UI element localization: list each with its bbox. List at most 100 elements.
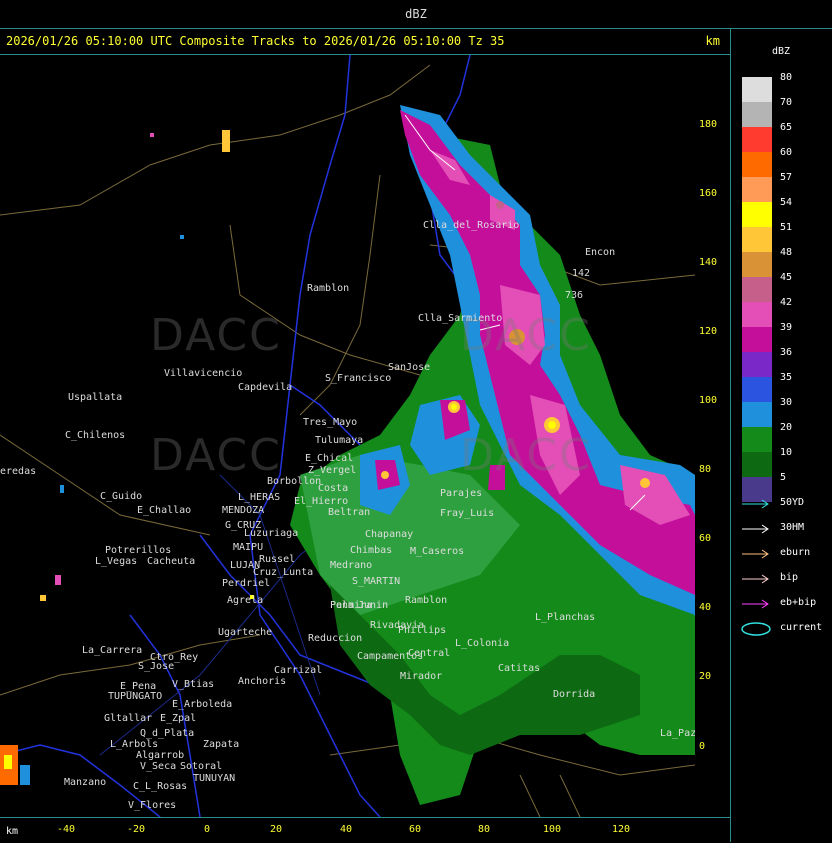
place-label: Uspallata [68,392,123,403]
place-label: Chimbas [350,545,393,556]
place-label: Chapanay [365,529,414,540]
place-label: C_L_Rosas [133,781,188,792]
place-label: Junin [358,600,389,611]
legend-level-label: 39 [780,322,793,333]
legend-level-label: 36 [780,347,793,358]
place-label: Zapata [203,739,240,750]
place-label: Phillips [398,625,447,636]
place-label: Clla_del_Rosario [423,220,520,231]
place-label: Mirador [400,671,443,682]
place-label: La_Paz [660,728,695,739]
place-label: V_Seca [140,761,177,772]
legend-level-label: 5 [780,472,787,483]
legend-level-label: 70 [780,97,793,108]
place-label: Tulumaya [315,435,364,446]
legend-level-label: 80 [780,72,793,83]
place-label: S_Francisco [325,373,392,384]
y-tick: 180 [699,119,718,130]
radar-map[interactable]: DACC DACC DACC DACC Clla_del_Rosario Enc… [0,55,695,817]
x-tick: 100 [543,824,562,835]
place-label: Sotoral [180,761,223,772]
legend-swatch [742,152,772,177]
place-label: TUPUNGATO [108,691,163,702]
header-unit: km [705,34,720,48]
place-label: SanJose [388,362,431,373]
panel-divider [730,28,731,842]
legend-swatch [742,302,772,327]
y-tick: 120 [699,326,718,337]
y-tick: 40 [699,602,712,613]
x-tick: -40 [57,824,76,835]
x-axis: km -40 -20 0 20 40 60 80 100 120 [0,817,730,843]
legend-swatch [742,127,772,152]
place-label: Clla_Sarmiento [418,313,503,324]
y-tick: 160 [699,188,718,199]
place-label: eredas [0,466,37,477]
place-label: L_Planchas [535,612,596,623]
place-label: Central [408,648,451,659]
place-label: Parajes [440,488,483,499]
legend-level-label: 65 [780,122,793,133]
place-label: C_Chilenos [65,430,126,441]
place-label: L_HERAS [238,492,281,503]
track-legend-label: 30HM [780,522,805,533]
place-label: Gltallar [104,713,153,724]
place-label: Ramblon [405,595,448,606]
x-tick: 20 [270,824,283,835]
place-label: V_Flores [128,800,177,811]
legend-swatch [742,277,772,302]
y-tick: 0 [699,741,706,752]
place-label: E_Challao [137,505,192,516]
legend-swatch [742,377,772,402]
place-label: La_Carrera [82,645,143,656]
place-label: Cacheuta [147,556,196,567]
track-legend-label: eb+bip [780,597,817,608]
legend-title: dBZ [772,46,791,57]
place-label: Luzuriaga [244,528,299,539]
x-tick: 80 [478,824,491,835]
place-label: Manzano [64,777,107,788]
place-label: L_Colonia [455,638,510,649]
y-axis: 180 160 140 120 100 80 60 40 20 0 [695,55,730,817]
track-arrow-icon [742,524,769,534]
place-label: Tres_Mayo [303,417,358,428]
legend-swatch [742,402,772,427]
legend-level-label: 42 [780,297,793,308]
place-label: Algarrob [136,750,185,761]
legend-swatch [742,202,772,227]
legend-swatch [742,327,772,352]
place-label: S_Jose [138,661,175,672]
current-ellipse-icon [741,622,771,636]
window-title: dBZ [0,0,832,29]
track-legend-label: bip [780,572,799,583]
legend-level-label: 10 [780,447,793,458]
legend-swatch [742,77,772,102]
legend-swatch [742,427,772,452]
legend-level-label: 51 [780,222,793,233]
place-label: Villavicencio [164,368,243,379]
y-tick: 20 [699,671,712,682]
legend-swatch [742,102,772,127]
place-label: E_Arboleda [172,699,233,710]
place-label: MENDOZA [222,505,265,516]
legend-level-label: 35 [780,372,793,383]
map-header: 2026/01/26 05:10:00 UTC Composite Tracks… [0,30,730,55]
place-label: Reduccion [308,633,363,644]
place-label: Russel [259,554,296,565]
place-label: L_Vegas [95,556,138,567]
y-tick: 140 [699,257,718,268]
legend-swatch [742,352,772,377]
place-label: C_Guido [100,491,143,502]
place-label: Anchoris [238,676,287,687]
track-arrow-icon [742,499,769,509]
place-label: Medrano [330,560,373,571]
place-label: Cruz_Lunta [253,567,314,578]
x-axis-unit: km [6,826,19,837]
watermark-logo-1: DACC [150,310,282,361]
legend-level-label: 57 [780,172,793,183]
place-label: Capdevila [238,382,293,393]
track-legend-label: current [780,622,823,633]
place-label: Ramblon [307,283,350,294]
legend-swatch [742,252,772,277]
legend-level-label: 45 [780,272,793,283]
